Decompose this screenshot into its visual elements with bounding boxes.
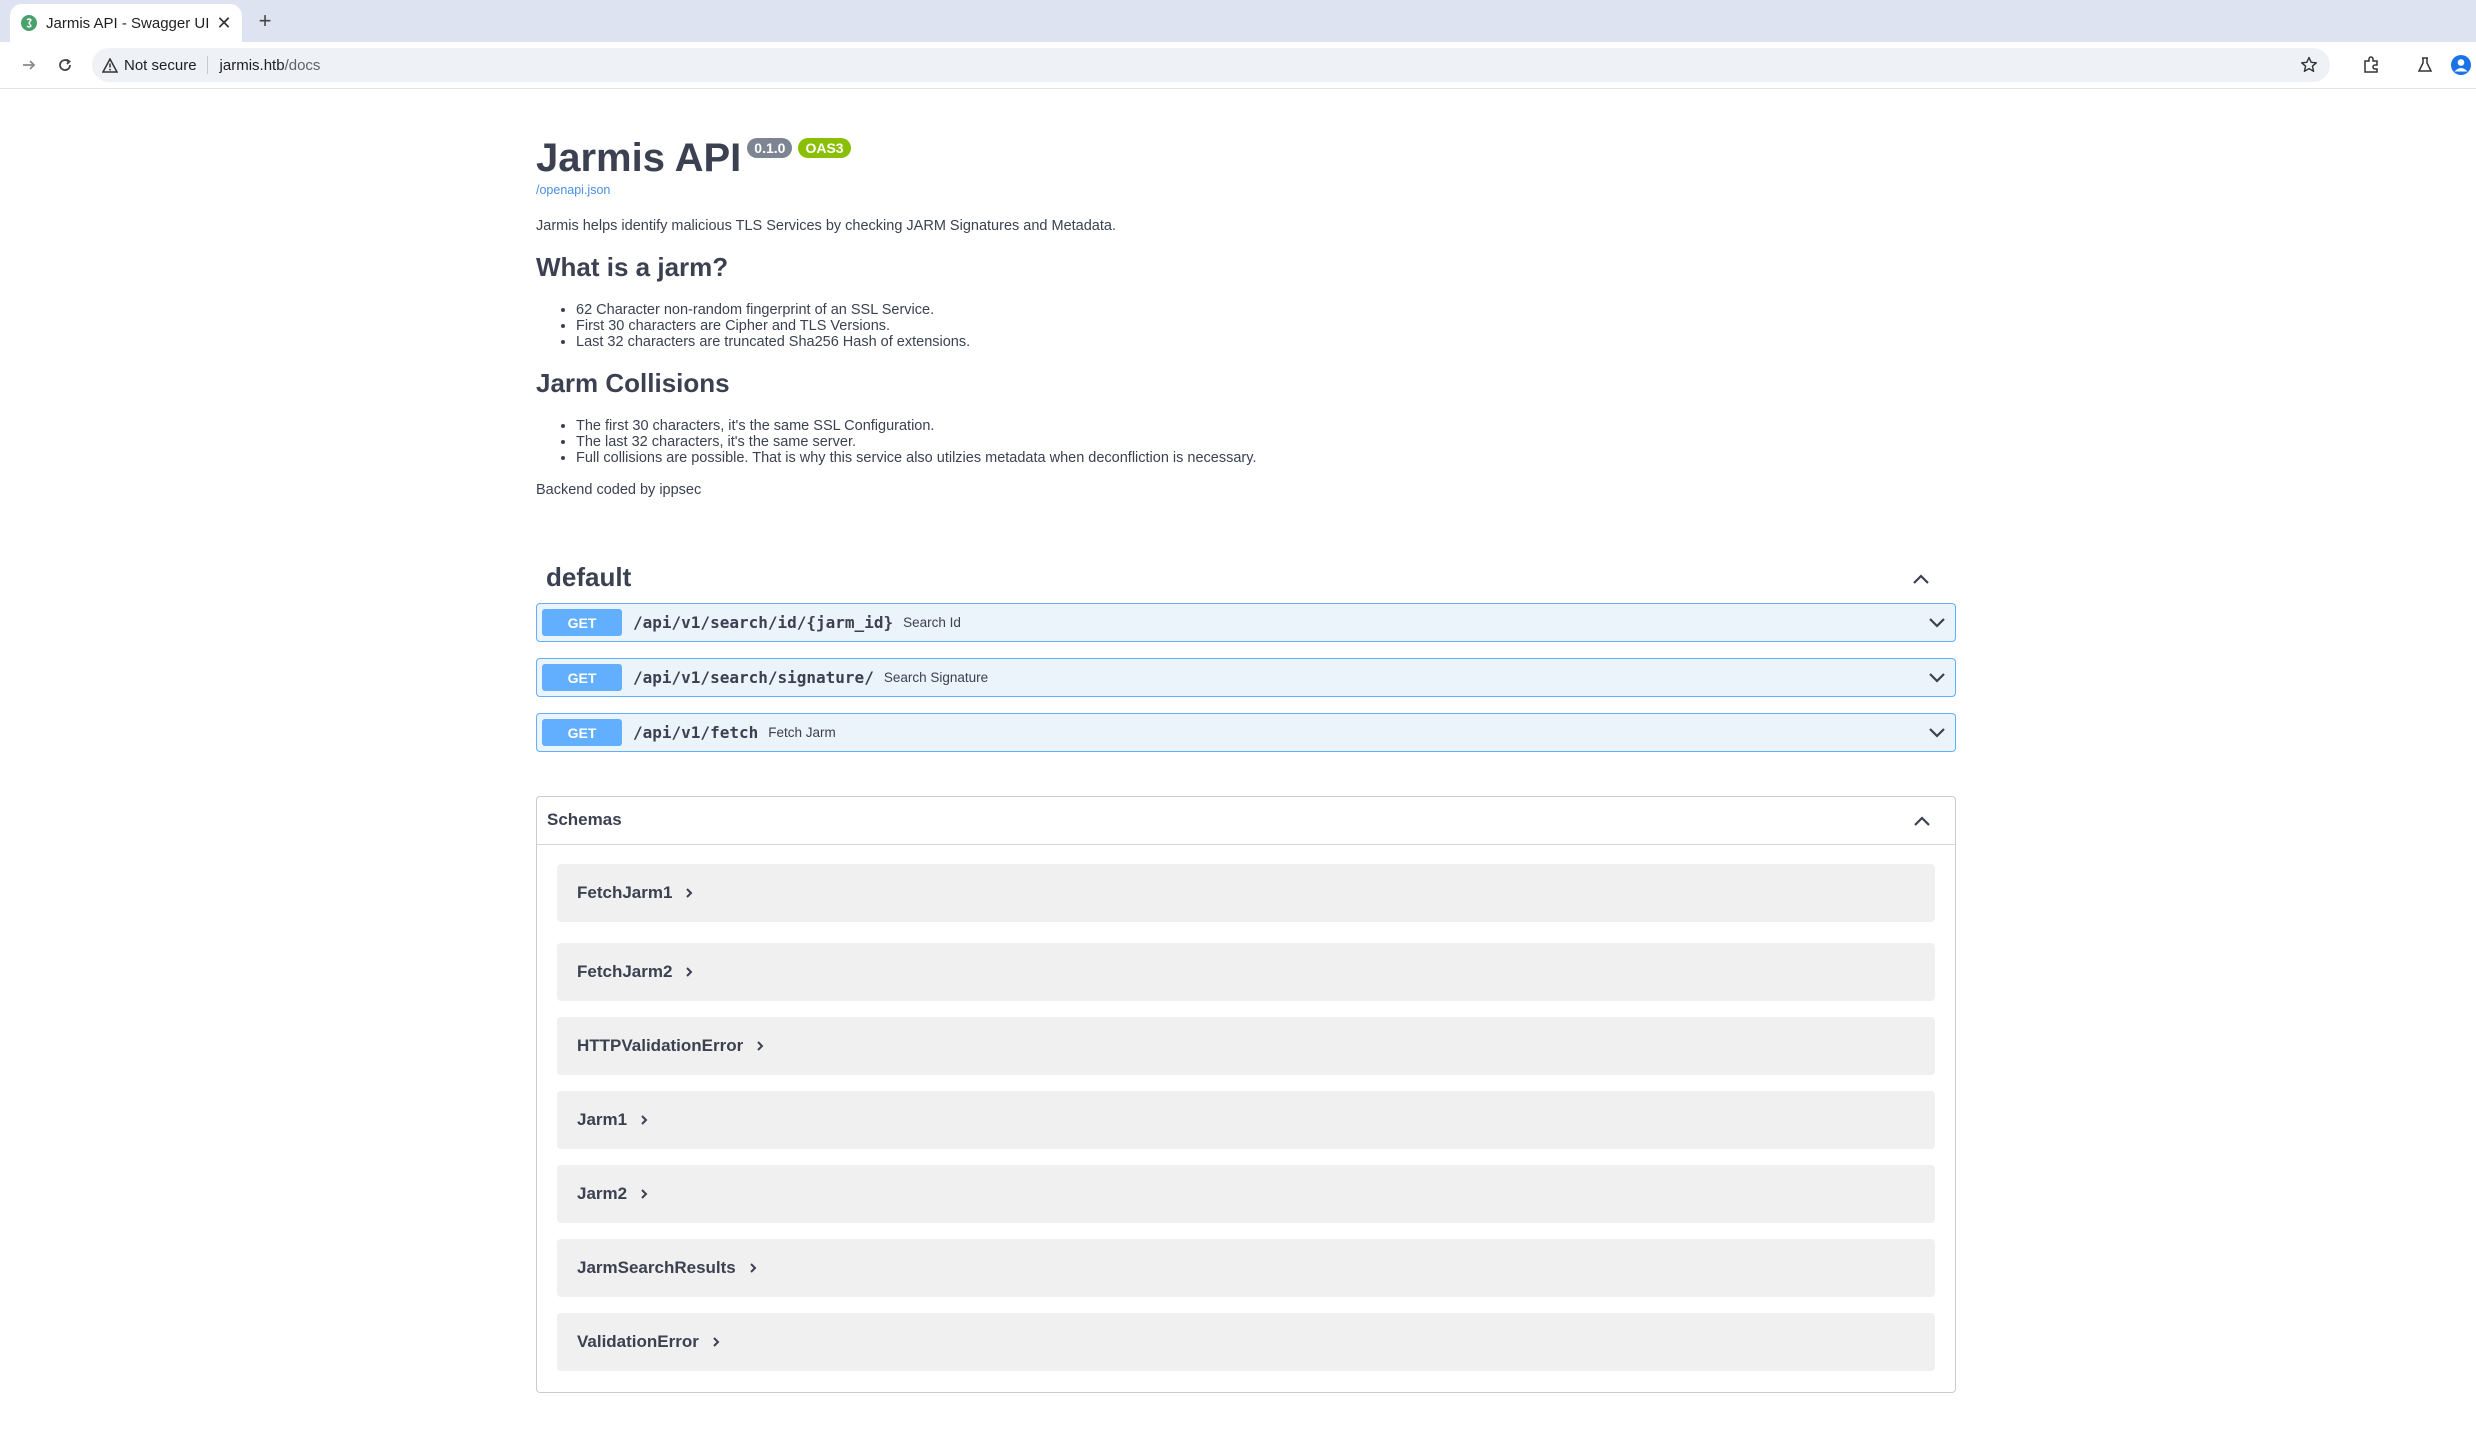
schema-model-fetchjarm2[interactable]: FetchJarm2	[557, 943, 1935, 1001]
schemas-section: Schemas FetchJarm1 FetchJarm2 HTTPValida…	[536, 796, 1956, 1393]
operation-get-search-signature[interactable]: GET /api/v1/search/signature/ Search Sig…	[536, 658, 1956, 697]
operation-summary: Fetch Jarm	[768, 725, 836, 740]
url-path: /docs	[284, 56, 321, 74]
new-tab-button[interactable]: +	[252, 8, 278, 34]
operation-path: /api/v1/fetch	[633, 723, 759, 742]
profile-avatar-icon[interactable]	[2448, 52, 2474, 78]
method-badge-get: GET	[542, 664, 622, 691]
schema-model-fetchjarm1[interactable]: FetchJarm1	[557, 864, 1935, 922]
chevron-right-icon[interactable]	[711, 1335, 725, 1349]
forward-arrow-icon[interactable]	[16, 52, 42, 78]
list-item: Full collisions are possible. That is wh…	[576, 450, 1256, 466]
list-item: Last 32 characters are truncated Sha256 …	[576, 334, 970, 350]
schema-model-httpvalidationerror[interactable]: HTTPValidationError	[557, 1017, 1935, 1075]
schema-name: FetchJarm2	[577, 962, 673, 981]
operation-path: /api/v1/search/signature/	[633, 668, 874, 687]
chevron-right-icon[interactable]	[755, 1039, 769, 1053]
operation-summary: Search Signature	[883, 670, 989, 685]
address-divider	[206, 56, 208, 74]
extensions-puzzle-icon[interactable]	[2358, 52, 2384, 78]
schema-name: HTTPValidationError	[577, 1036, 744, 1055]
tag-name: default	[546, 562, 632, 592]
schema-name: Jarm2	[577, 1184, 628, 1203]
schema-model-validationerror[interactable]: ValidationError	[557, 1313, 1935, 1371]
schema-name: Jarm1	[577, 1110, 628, 1129]
warning-triangle-icon	[102, 57, 118, 73]
api-title-block: Jarmis API 0.1.0 OAS3	[536, 134, 851, 182]
schema-name: JarmSearchResults	[577, 1258, 736, 1277]
chevron-down-icon[interactable]	[1927, 668, 1947, 688]
operation-summary: Search Id	[903, 615, 961, 630]
method-badge-get: GET	[542, 609, 622, 636]
schema-name: ValidationError	[577, 1332, 699, 1351]
security-status[interactable]: Not secure	[124, 57, 197, 74]
url-host: jarmis.htb	[219, 56, 285, 74]
browser-tab-strip: Jarmis API - Swagger UI ✕ +	[0, 0, 2476, 42]
tab-title: Jarmis API - Swagger UI	[46, 14, 210, 32]
chevron-right-icon[interactable]	[639, 1187, 653, 1201]
chevron-right-icon[interactable]	[639, 1113, 653, 1127]
chevron-down-icon[interactable]	[1927, 613, 1947, 633]
schema-model-jarm2[interactable]: Jarm2	[557, 1165, 1935, 1223]
section-heading-jarm-collisions: Jarm Collisions	[536, 368, 730, 398]
tab-close-icon[interactable]: ✕	[214, 13, 234, 33]
openapi-spec-link[interactable]: /openapi.json	[536, 183, 610, 197]
backend-credit: Backend coded by ippsec	[536, 482, 702, 498]
bookmark-star-icon[interactable]	[2298, 54, 2320, 76]
browser-toolbar: Not secure jarmis.htb /docs	[0, 42, 2476, 89]
schema-model-jarmsearchresults[interactable]: JarmSearchResults	[557, 1239, 1935, 1297]
list-item: 62 Character non-random fingerprint of a…	[576, 302, 970, 318]
swagger-favicon-icon	[21, 15, 37, 31]
browser-tab[interactable]: Jarmis API - Swagger UI ✕	[10, 4, 242, 42]
chevron-right-icon[interactable]	[748, 1261, 762, 1275]
schema-model-jarm1[interactable]: Jarm1	[557, 1091, 1935, 1149]
labs-flask-icon[interactable]	[2412, 52, 2438, 78]
section-heading-what-is-jarm: What is a jarm?	[536, 252, 729, 282]
address-bar[interactable]: Not secure jarmis.htb /docs	[92, 48, 2330, 82]
oas-badge: OAS3	[798, 138, 851, 158]
list-item: First 30 characters are Cipher and TLS V…	[576, 318, 970, 334]
schemas-header[interactable]: Schemas	[537, 797, 1955, 845]
operation-get-search-id[interactable]: GET /api/v1/search/id/{jarm_id} Search I…	[536, 603, 1956, 642]
schemas-title: Schemas	[547, 810, 622, 829]
operation-get-fetch[interactable]: GET /api/v1/fetch Fetch Jarm	[536, 713, 1956, 752]
reload-icon[interactable]	[52, 52, 78, 78]
jarm-definition-list: 62 Character non-random fingerprint of a…	[536, 302, 970, 350]
list-item: The first 30 characters, it's the same S…	[576, 418, 1256, 434]
chevron-up-icon[interactable]	[1910, 568, 1932, 590]
chevron-right-icon[interactable]	[684, 965, 698, 979]
list-item: The last 32 characters, it's the same se…	[576, 434, 1256, 450]
version-badge: 0.1.0	[747, 138, 793, 158]
api-description: Jarmis helps identify malicious TLS Serv…	[536, 218, 1116, 234]
method-badge-get: GET	[542, 719, 622, 746]
tag-section-default[interactable]: default	[536, 552, 1956, 607]
chevron-down-icon[interactable]	[1927, 723, 1947, 743]
operation-path: /api/v1/search/id/{jarm_id}	[633, 613, 894, 632]
schema-name: FetchJarm1	[577, 883, 673, 902]
chevron-up-icon[interactable]	[1911, 810, 1933, 832]
api-title: Jarmis API	[536, 136, 742, 180]
chevron-right-icon[interactable]	[684, 886, 698, 900]
jarm-collisions-list: The first 30 characters, it's the same S…	[536, 418, 1256, 466]
